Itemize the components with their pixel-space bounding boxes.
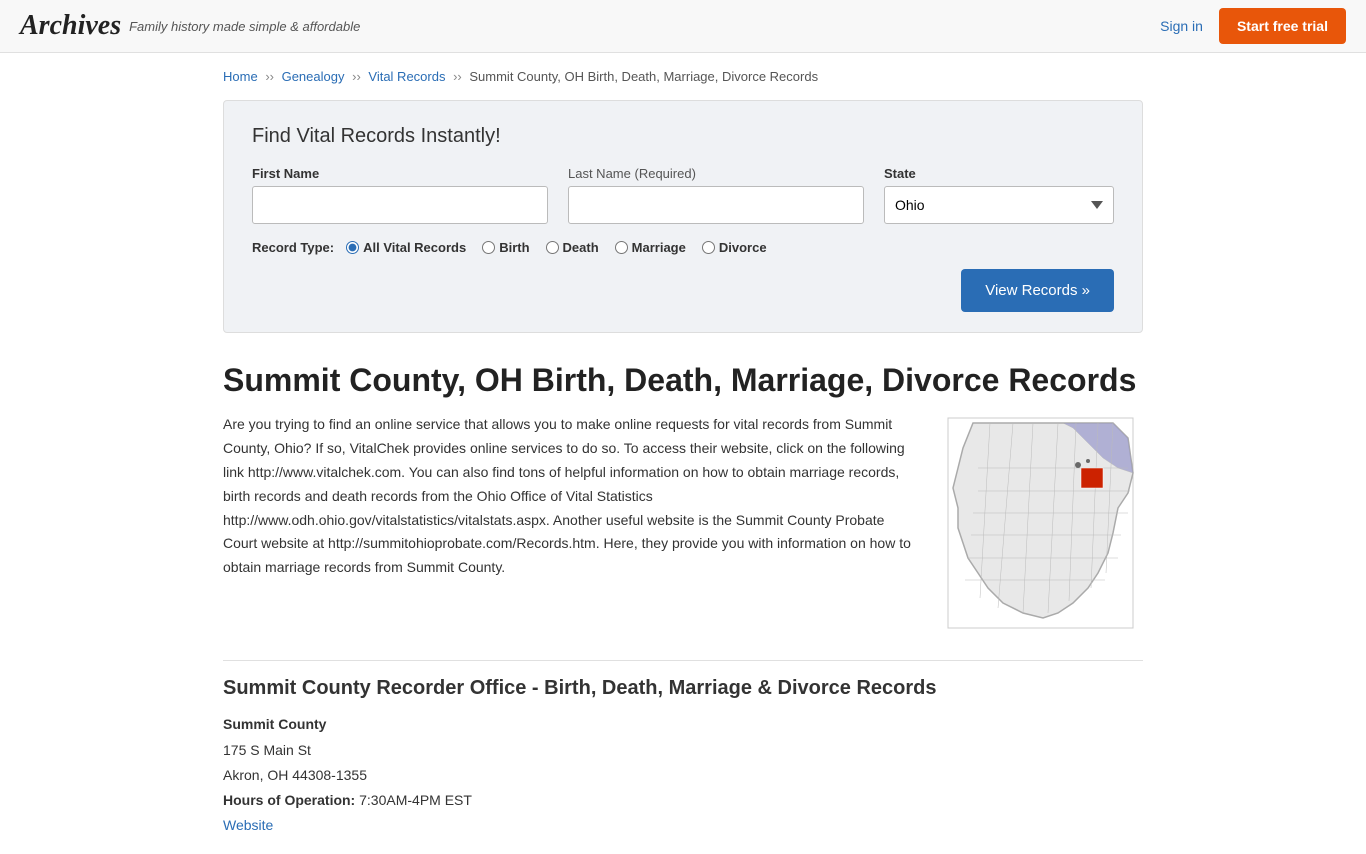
address-line2: Akron, OH 44308-1355: [223, 763, 1143, 788]
record-type-row: Record Type: All Vital Records Birth Dea…: [252, 240, 1114, 255]
last-name-input[interactable]: [568, 186, 864, 224]
hours-label: Hours of Operation:: [223, 792, 355, 808]
breadcrumb-sep-1: ››: [265, 69, 277, 84]
hours-value: 7:30AM-4PM EST: [359, 792, 472, 808]
last-name-label: Last Name (Required): [568, 166, 864, 181]
ohio-map-svg: [943, 413, 1143, 633]
radio-divorce[interactable]: Divorce: [702, 240, 767, 255]
search-actions: View Records »: [252, 269, 1114, 312]
first-name-group: First Name: [252, 166, 548, 224]
state-select[interactable]: All United States Alabama Alaska Arizona…: [884, 186, 1114, 224]
site-header: Archives Family history made simple & af…: [0, 0, 1366, 53]
first-name-input[interactable]: [252, 186, 548, 224]
ohio-map-container: [943, 413, 1143, 636]
section-title: Summit County Recorder Office - Birth, D…: [223, 660, 1143, 700]
site-tagline: Family history made simple & affordable: [129, 19, 360, 34]
search-title: Find Vital Records Instantly!: [252, 125, 1114, 148]
breadcrumb-home[interactable]: Home: [223, 69, 258, 84]
site-logo: Archives: [20, 10, 121, 42]
sign-in-link[interactable]: Sign in: [1160, 18, 1203, 34]
state-label: State: [884, 166, 1114, 181]
description-paragraph: Are you trying to find an online service…: [223, 413, 919, 580]
breadcrumb-sep-3: ››: [453, 69, 465, 84]
breadcrumb-current: Summit County, OH Birth, Death, Marriage…: [469, 69, 818, 84]
breadcrumb-vital-records[interactable]: Vital Records: [368, 69, 445, 84]
logo-area: Archives Family history made simple & af…: [20, 10, 360, 42]
address-line1: 175 S Main St: [223, 738, 1143, 763]
hours-row: Hours of Operation: 7:30AM-4PM EST: [223, 788, 1143, 813]
office-info: Summit County 175 S Main St Akron, OH 44…: [223, 712, 1143, 838]
breadcrumb-genealogy[interactable]: Genealogy: [282, 69, 345, 84]
page-title: Summit County, OH Birth, Death, Marriage…: [223, 361, 1143, 399]
website-link[interactable]: Website: [223, 817, 273, 833]
breadcrumb-sep-2: ››: [352, 69, 364, 84]
view-records-button[interactable]: View Records »: [961, 269, 1114, 312]
office-name: Summit County: [223, 712, 1143, 737]
main-content: Home ›› Genealogy ›› Vital Records ›› Su…: [203, 53, 1163, 854]
radio-all-vital[interactable]: All Vital Records: [346, 240, 466, 255]
record-type-label: Record Type:: [252, 240, 334, 255]
first-name-label: First Name: [252, 166, 548, 181]
last-name-group: Last Name (Required): [568, 166, 864, 224]
radio-death[interactable]: Death: [546, 240, 599, 255]
search-box: Find Vital Records Instantly! First Name…: [223, 100, 1143, 333]
form-fields: First Name Last Name (Required) State Al…: [252, 166, 1114, 224]
state-group: State All United States Alabama Alaska A…: [884, 166, 1114, 224]
breadcrumb: Home ›› Genealogy ›› Vital Records ›› Su…: [223, 69, 1143, 84]
content-with-map: Are you trying to find an online service…: [223, 413, 1143, 636]
content-description: Are you trying to find an online service…: [223, 413, 919, 636]
header-actions: Sign in Start free trial: [1160, 8, 1346, 44]
radio-marriage[interactable]: Marriage: [615, 240, 686, 255]
start-trial-button[interactable]: Start free trial: [1219, 8, 1346, 44]
radio-birth[interactable]: Birth: [482, 240, 529, 255]
